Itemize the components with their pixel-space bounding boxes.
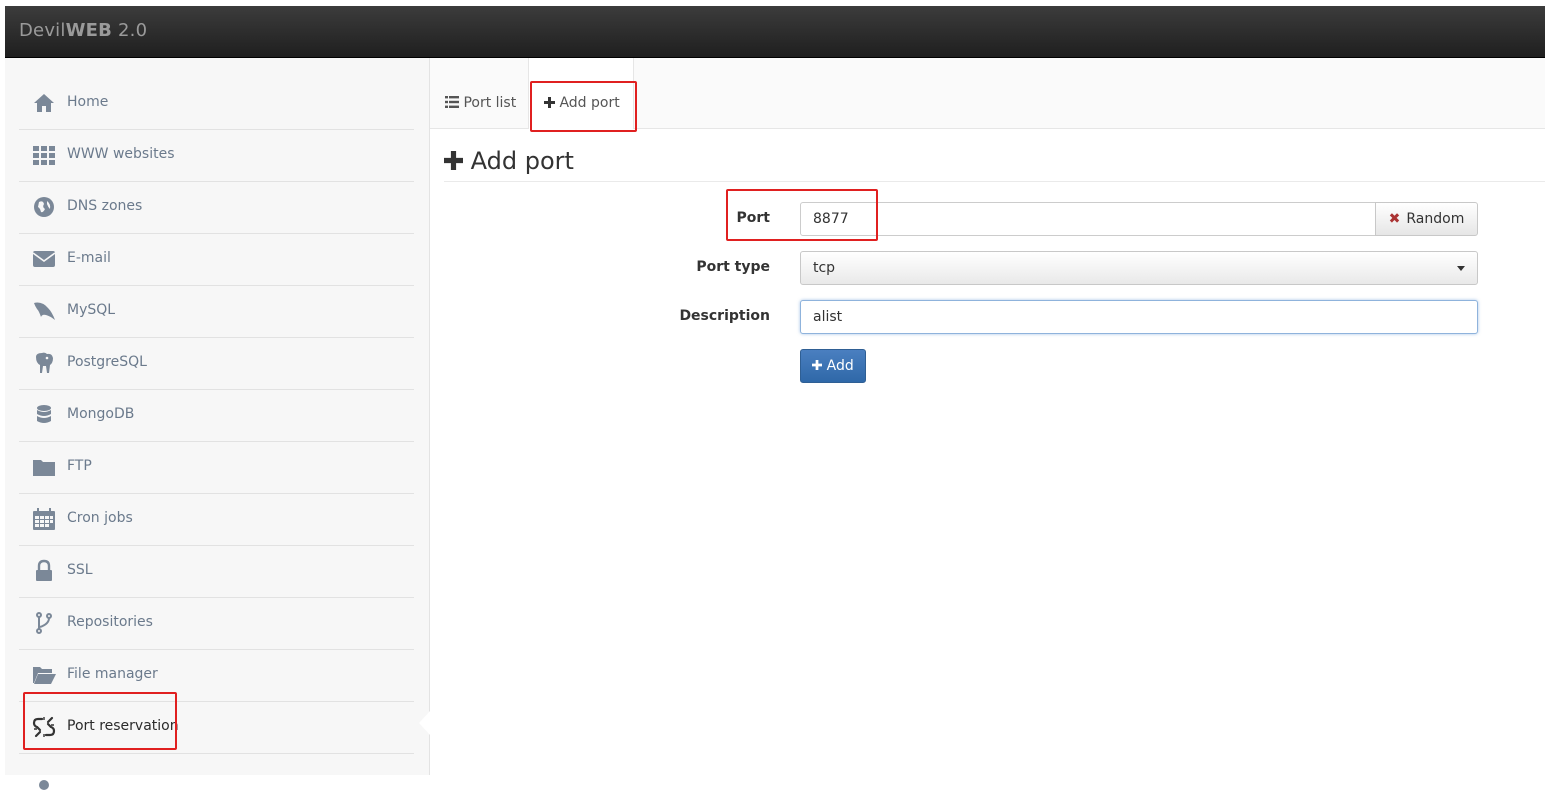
list-icon bbox=[445, 96, 459, 108]
branch-icon bbox=[36, 612, 52, 634]
sidebar-item-dns-zones[interactable]: DNS zones bbox=[19, 182, 414, 234]
sidebar-item-label: DNS zones bbox=[67, 198, 143, 214]
sidebar-item-label: E-mail bbox=[67, 250, 111, 266]
sidebar-item-label: File manager bbox=[67, 666, 158, 682]
sidebar: Home WWW websites DNS zones E-mail MySQL… bbox=[5, 58, 430, 790]
brand-logo[interactable]: DevilWEB 2.0 bbox=[19, 20, 147, 41]
sidebar-item-label: WWW websites bbox=[67, 146, 175, 162]
page-title: Add port bbox=[444, 147, 574, 175]
description-label: Description bbox=[679, 308, 770, 324]
highlight-box-add-port-tab bbox=[530, 81, 637, 132]
sidebar-item-www-websites[interactable]: WWW websites bbox=[19, 130, 414, 182]
home-icon bbox=[34, 94, 54, 112]
sidebar-item-email[interactable]: E-mail bbox=[19, 234, 414, 286]
sidebar-item-label: Repositories bbox=[67, 614, 153, 630]
sidebar-item-cron-jobs[interactable]: Cron jobs bbox=[19, 494, 414, 546]
sidebar-item-mysql[interactable]: MySQL bbox=[19, 286, 414, 338]
plus-icon bbox=[812, 360, 823, 370]
caret-down-icon bbox=[1457, 266, 1465, 271]
highlight-box-port-reservation bbox=[23, 692, 177, 750]
port-type-label: Port type bbox=[696, 259, 770, 275]
sidebar-item-mongodb[interactable]: MongoDB bbox=[19, 390, 414, 442]
plus-icon bbox=[444, 151, 463, 170]
times-icon: ✖ bbox=[1388, 211, 1401, 227]
sidebar-item-label: MySQL bbox=[67, 302, 116, 318]
sidebar-item-label: Home bbox=[67, 94, 109, 110]
sidebar-item-ssl[interactable]: SSL bbox=[19, 546, 414, 598]
folder-icon bbox=[33, 460, 55, 476]
sidebar-item-label: SSL bbox=[67, 562, 93, 578]
elephant-icon bbox=[36, 352, 53, 373]
top-navbar: DevilWEB 2.0 bbox=[5, 6, 1545, 58]
highlight-box-port-field bbox=[726, 189, 878, 241]
envelope-icon bbox=[32, 251, 56, 267]
add-button[interactable]: Add bbox=[800, 349, 866, 383]
sidebar-item-label: PostgreSQL bbox=[67, 354, 147, 370]
random-button[interactable]: ✖ Random bbox=[1375, 202, 1478, 236]
sidebar-item-postgresql[interactable]: PostgreSQL bbox=[19, 338, 414, 390]
sidebar-item-home[interactable]: Home bbox=[19, 78, 414, 130]
globe-icon bbox=[34, 197, 54, 217]
grid-icon bbox=[33, 146, 55, 165]
sidebar-item-partial[interactable] bbox=[19, 754, 414, 805]
port-type-select[interactable]: tcp bbox=[800, 251, 1478, 285]
dolphin-icon bbox=[34, 302, 55, 320]
sidebar-item-ftp[interactable]: FTP bbox=[19, 442, 414, 494]
description-input[interactable]: alist bbox=[800, 300, 1478, 334]
calendar-icon bbox=[33, 508, 55, 530]
active-pointer bbox=[419, 711, 430, 735]
sidebar-item-label: FTP bbox=[67, 458, 92, 474]
heading-divider bbox=[444, 181, 1545, 182]
sidebar-item-repositories[interactable]: Repositories bbox=[19, 598, 414, 650]
folder-open-icon bbox=[33, 667, 56, 684]
lock-icon bbox=[36, 559, 52, 581]
database-icon bbox=[37, 405, 51, 423]
sidebar-item-label: MongoDB bbox=[67, 406, 135, 422]
user-icon bbox=[39, 780, 49, 790]
tab-port-list[interactable]: Port list bbox=[430, 58, 529, 128]
port-input[interactable]: 8877 bbox=[800, 202, 1377, 236]
sidebar-item-label: Cron jobs bbox=[67, 510, 133, 526]
